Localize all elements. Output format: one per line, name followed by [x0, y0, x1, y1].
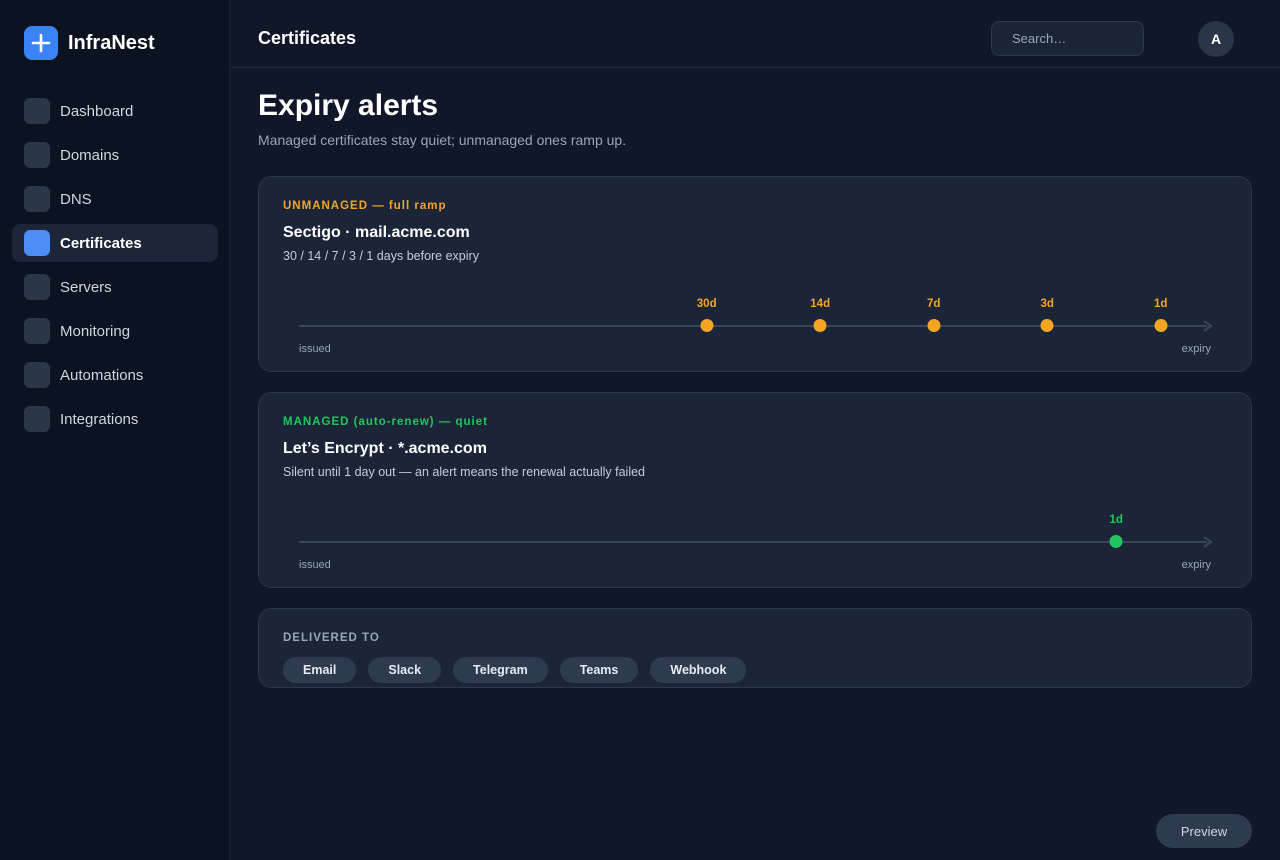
delivery-label: DELIVERED TO — [283, 632, 380, 644]
domains-icon — [24, 142, 50, 168]
sidebar-item-label: Certificates — [60, 234, 142, 252]
dns-icon — [24, 186, 50, 212]
channel-chip-slack[interactable]: Slack — [368, 657, 442, 683]
preview-button[interactable]: Preview — [1156, 814, 1252, 848]
sidebar-item-domains[interactable]: Domains — [12, 136, 218, 174]
arrow-right-icon — [1203, 320, 1213, 332]
timeline-marker-label: 3d — [1040, 298, 1054, 310]
sidebar-item-label: Automations — [60, 366, 144, 384]
page-title: Expiry alerts — [258, 89, 439, 122]
timeline-line — [299, 541, 1207, 543]
channel-chip-telegram[interactable]: Telegram — [453, 657, 548, 683]
card-title: Sectigo · mail.acme.com — [283, 224, 470, 241]
sidebar-item-integrations[interactable]: Integrations — [12, 400, 218, 438]
arrow-right-icon — [1203, 536, 1213, 548]
timeline-marker-dot — [927, 319, 941, 332]
header-title: Certificates — [258, 28, 357, 48]
timeline-marker-dot — [1154, 319, 1168, 332]
certificates-icon — [24, 230, 50, 256]
timeline-marker-label: 14d — [810, 298, 831, 310]
timeline-marker-label: 7d — [926, 298, 941, 310]
sidebar-item-servers[interactable]: Servers — [12, 268, 218, 306]
card-title: Let’s Encrypt · *.acme.com — [283, 440, 487, 457]
automations-icon — [24, 362, 50, 388]
card-description: Silent until 1 day out — an alert means … — [283, 465, 646, 479]
timeline-marker-label: 1d — [1109, 514, 1123, 526]
sidebar-item-label: DNS — [60, 190, 92, 208]
unmanaged-cert-card: UNMANAGED — full ramp Sectigo · mail.acm… — [258, 176, 1252, 372]
sidebar: InfraNest Dashboard Domains DNS Certific… — [0, 0, 230, 860]
sidebar-item-label: Domains — [60, 146, 120, 164]
page-subtitle: Managed certificates stay quiet; unmanag… — [258, 132, 627, 148]
sidebar-item-label: Integrations — [60, 410, 139, 428]
timeline-marker-dot — [1040, 319, 1054, 332]
sidebar-item-dns[interactable]: DNS — [12, 180, 218, 218]
timeline-marker-label: 30d — [696, 298, 717, 310]
managed-cert-card: MANAGED (auto-renew) — quiet Let’s Encry… — [258, 392, 1252, 588]
timeline-marker-dot — [813, 319, 827, 332]
timeline-start-label: issued — [299, 343, 331, 355]
search-input[interactable] — [991, 21, 1144, 56]
timeline-start-label: issued — [299, 559, 331, 571]
card-description: 30 / 14 / 7 / 3 / 1 days before expiry — [283, 249, 479, 263]
sidebar-item-monitoring[interactable]: Monitoring — [12, 312, 218, 350]
servers-icon — [24, 274, 50, 300]
channel-chip-webhook[interactable]: Webhook — [650, 657, 747, 683]
sidebar-item-label: Monitoring — [60, 322, 131, 340]
avatar[interactable]: A — [1198, 21, 1234, 57]
monitoring-icon — [24, 318, 50, 344]
timeline-marker-dot — [1109, 535, 1123, 548]
timeline-end-label: expiry — [1181, 343, 1211, 355]
brand-name: InfraNest — [68, 31, 155, 54]
channel-chips: Email Slack Telegram Teams Webhook — [283, 657, 758, 683]
timeline-end-label: expiry — [1181, 559, 1211, 571]
timeline-line — [299, 325, 1207, 327]
top-bar: Certificates A — [231, 0, 1280, 68]
sidebar-item-automations[interactable]: Automations — [12, 356, 218, 394]
plus-logo-icon — [24, 26, 58, 60]
channel-chip-teams[interactable]: Teams — [559, 657, 639, 683]
channel-chip-email[interactable]: Email — [283, 657, 357, 683]
sidebar-item-label: Dashboard — [60, 102, 134, 120]
dashboard-icon — [24, 98, 50, 124]
delivery-card: DELIVERED TO Email Slack Telegram Teams … — [258, 608, 1252, 688]
sidebar-item-certificates[interactable]: Certificates — [12, 224, 218, 262]
brand[interactable]: InfraNest — [24, 26, 155, 60]
sidebar-item-dashboard[interactable]: Dashboard — [12, 92, 218, 130]
sidebar-nav: Dashboard Domains DNS Certificates Serve… — [12, 92, 218, 444]
timeline-marker-label: 1d — [1153, 298, 1168, 310]
sidebar-item-label: Servers — [60, 278, 112, 296]
alert-timeline: 1d — [299, 514, 1213, 562]
card-tag: UNMANAGED — full ramp — [283, 200, 447, 212]
card-tag: MANAGED (auto-renew) — quiet — [283, 416, 488, 428]
timeline-marker-dot — [700, 319, 714, 332]
alert-timeline: 30d 14d 7d 3d 1d — [299, 298, 1213, 346]
integrations-icon — [24, 406, 50, 432]
